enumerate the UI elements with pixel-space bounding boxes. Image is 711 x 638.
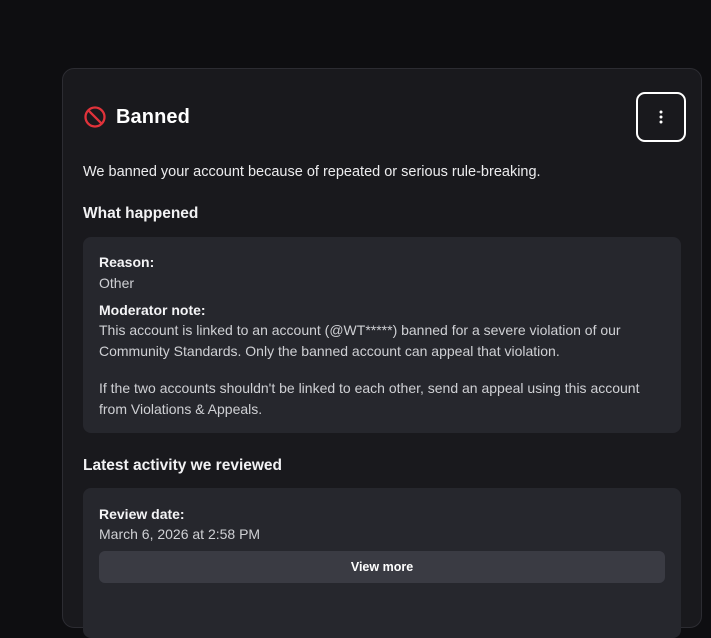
moderator-note-text: This account is linked to an account (@W… xyxy=(99,322,621,359)
latest-activity-heading: Latest activity we reviewed xyxy=(83,457,283,474)
review-date-label: Review date: xyxy=(99,506,185,522)
ban-explanation: We banned your account because of repeat… xyxy=(83,164,541,180)
what-happened-heading: What happened xyxy=(83,205,199,222)
moderator-note-appeal-text: If the two accounts shouldn't be linked … xyxy=(99,380,640,417)
status-title: Banned xyxy=(116,105,190,128)
more-options-button[interactable] xyxy=(636,92,686,142)
ban-status-card: Banned We banned your account because of… xyxy=(62,68,702,638)
what-happened-panel: Reason: Other Moderator note: This accou… xyxy=(83,237,681,433)
status-header: Banned xyxy=(83,105,190,129)
prohibited-icon xyxy=(83,105,107,129)
more-vertical-icon xyxy=(659,110,663,124)
review-date-value: March 6, 2026 at 2:58 PM xyxy=(99,526,261,542)
reason-value: Other xyxy=(99,275,135,291)
reason-label: Reason: xyxy=(99,254,155,270)
latest-activity-panel: Review date: March 6, 2026 at 2:58 PM Vi… xyxy=(83,488,681,638)
moderator-note-label: Moderator note: xyxy=(99,302,206,318)
view-more-button[interactable]: View more xyxy=(99,551,665,583)
